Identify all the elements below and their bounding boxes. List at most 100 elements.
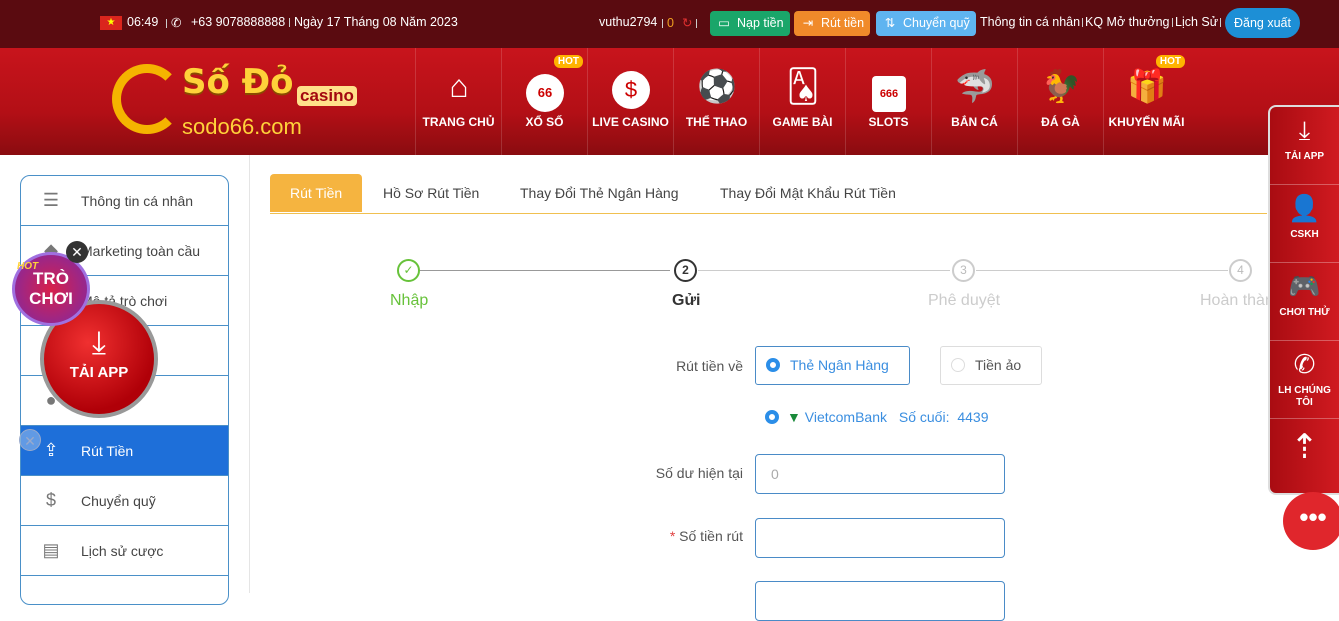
float-support[interactable]: 👤 CSKH	[1270, 185, 1339, 263]
withdraw-label: Rút tiền	[821, 16, 865, 30]
ellipsis-icon: •••	[1299, 502, 1327, 532]
sidebar-label: Chuyển quỹ	[81, 493, 156, 509]
tab-change-bank-card[interactable]: Thay Đổi Thẻ Ngân Hàng	[500, 174, 699, 212]
scroll-top-button[interactable]: ⇡	[1270, 419, 1339, 497]
hotline: +63 9078888888	[191, 15, 286, 29]
nav-label: ĐÁ GÀ	[1041, 115, 1080, 129]
link-history[interactable]: Lịch Sử	[1175, 15, 1218, 29]
last-digits-label: Số cuối:	[898, 409, 950, 425]
required-mark: *	[669, 528, 676, 544]
logo-title: Số Đỏ	[182, 62, 294, 102]
download-icon: ⤓	[1298, 115, 1311, 145]
step-label: Nhập	[390, 292, 429, 309]
amount-label-text: Số tiền rút	[679, 528, 743, 544]
nav-slots[interactable]: 666 SLOTS	[845, 48, 931, 155]
step-number: 4	[1229, 259, 1252, 282]
sidebar-label: Lịch sử cược	[81, 543, 164, 559]
next-input[interactable]	[755, 581, 1005, 621]
sidebar-item-withdraw[interactable]: ⇪ Rút Tiền	[21, 426, 228, 476]
lottery-ball-icon: 66	[525, 66, 565, 112]
bank-name: VietcomBank	[804, 409, 887, 425]
vietcombank-logo-icon: ▼	[787, 409, 801, 425]
sidebar-label: Rút Tiền	[81, 443, 134, 459]
divider	[249, 155, 250, 593]
step-check-icon: ✓	[397, 259, 420, 282]
home-icon: ⌂	[449, 68, 469, 104]
card-icon: ▭	[718, 16, 730, 30]
nav-cockfight[interactable]: 🐓 ĐÁ GÀ	[1017, 48, 1103, 155]
float-label: TẢI APP	[1284, 151, 1325, 162]
balance-label: Số dư hiện tại	[655, 465, 743, 481]
gift-icon: 🎁	[1127, 68, 1167, 104]
amount-label: * Số tiền rút	[623, 528, 743, 544]
step-label: Phê duyệt	[928, 292, 1001, 309]
withdraw-button[interactable]: ⇥ Rút tiền	[794, 11, 871, 36]
last-digits: 4439	[957, 409, 989, 425]
refresh-icon[interactable]: ↻	[682, 16, 692, 30]
transfer-label: Chuyển quỹ	[903, 16, 970, 30]
nav-live-casino[interactable]: $ LIVE CASINO	[587, 48, 673, 155]
link-profile[interactable]: Thông tin cá nhân	[980, 15, 1080, 29]
float-download-app[interactable]: ⤓ TẢI APP	[1270, 107, 1339, 185]
more-button[interactable]: •••	[1283, 492, 1339, 550]
bank-account-option[interactable]: ▼ VietcomBank Số cuối: 4439	[755, 409, 989, 425]
current-date: Ngày 17 Tháng 08 Năm 2023	[294, 15, 458, 29]
transfer-button[interactable]: ⇅ Chuyển quỹ	[876, 11, 976, 36]
main-nav: Số Đỏ casino sodo66.com ⌂ TRANG CHỦ HOT 66…	[0, 48, 1339, 155]
top-bar: ★ 06:49 ✆ +63 9078888888 Ngày 17 Tháng 0…	[0, 0, 1339, 48]
step-number: 2	[674, 259, 697, 282]
logo-badge: casino	[297, 86, 357, 106]
trophy-icon: ⚽	[697, 68, 737, 104]
wallet-out-icon: ⇥	[802, 16, 814, 30]
float-trial-play[interactable]: 🎮 CHƠI THỬ	[1270, 263, 1339, 341]
logo-phoenix-icon	[112, 64, 182, 134]
nav-promotions[interactable]: HOT 🎁 KHUYẾN MÃI	[1103, 48, 1189, 155]
radio-empty-icon	[951, 358, 965, 373]
nav-home[interactable]: ⌂ TRANG CHỦ	[415, 48, 501, 155]
logo[interactable]: Số Đỏ casino sodo66.com	[112, 56, 382, 140]
withdraw-icon: ⇪	[43, 440, 59, 460]
method-bank-card[interactable]: Thẻ Ngân Hàng	[755, 346, 910, 385]
nav-label: KHUYẾN MÃI	[1108, 115, 1185, 129]
close-games-promo-icon[interactable]: ✕	[66, 241, 88, 263]
nav-label: THỂ THAO	[685, 115, 748, 129]
amount-input[interactable]	[755, 518, 1005, 558]
radio-selected-icon	[765, 410, 779, 425]
hot-label: HOT	[17, 261, 39, 272]
tab-withdraw-history[interactable]: Hồ Sơ Rút Tiền	[363, 174, 499, 212]
step-number: 3	[952, 259, 975, 282]
balance-field: 0	[755, 454, 1005, 494]
deposit-button[interactable]: ▭ Nạp tiền	[710, 11, 790, 36]
logout-button[interactable]: Đăng xuất	[1225, 8, 1300, 38]
nav-lottery[interactable]: HOT 66 XỔ SỐ	[501, 48, 587, 155]
method-option-label: Thẻ Ngân Hàng	[790, 357, 889, 373]
sidebar-item-more[interactable]	[21, 576, 228, 604]
nav-card-games[interactable]: 🂡 GAME BÀI	[759, 48, 845, 155]
link-results[interactable]: KQ Mở thưởng	[1085, 15, 1170, 29]
nav-label: SLOTS	[868, 115, 909, 129]
swap-icon: ⇅	[884, 16, 896, 30]
sidebar-item-profile[interactable]: ☰ Thông tin cá nhân	[21, 176, 228, 226]
nav-label: XỔ SỐ	[525, 115, 564, 129]
method-crypto[interactable]: Tiền ảo	[940, 346, 1042, 385]
radio-selected-icon	[766, 358, 780, 373]
sidebar-item-bet-history[interactable]: ▤ Lịch sử cược	[21, 526, 228, 576]
sidebar-label: Marketing toàn cầu	[81, 243, 201, 259]
float-label: CSKH	[1290, 229, 1319, 240]
sidebar-item-transfer[interactable]: $ Chuyển quỹ	[21, 476, 228, 526]
arrow-up-icon: ⇡	[1290, 428, 1319, 466]
floating-right-menu: ⤓ TẢI APP 👤 CSKH 🎮 CHƠI THỬ ✆ LH CHÚNG TÔI ⇡	[1268, 105, 1339, 495]
games-promo[interactable]: HOT TRÒ CHƠI	[12, 252, 90, 326]
rooster-icon: 🐓	[1041, 68, 1081, 104]
float-contact[interactable]: ✆ LH CHÚNG TÔI	[1270, 341, 1339, 419]
slot-machine-icon: 666	[869, 66, 909, 112]
logo-domain: sodo66.com	[182, 114, 302, 139]
nav-fishing[interactable]: 🦈 BẮN CÁ	[931, 48, 1017, 155]
float-label: CHƠI THỬ	[1279, 307, 1330, 318]
close-download-promo-icon[interactable]: ✕	[19, 429, 41, 451]
nav-sports[interactable]: ⚽ THỂ THAO	[673, 48, 759, 155]
tab-withdraw[interactable]: Rút Tiền	[270, 174, 363, 212]
nav-label: BẮN CÁ	[951, 115, 998, 129]
vietnam-flag-icon: ★	[100, 16, 122, 30]
tab-change-withdraw-password[interactable]: Thay Đổi Mật Khẩu Rút Tiền	[700, 174, 916, 212]
